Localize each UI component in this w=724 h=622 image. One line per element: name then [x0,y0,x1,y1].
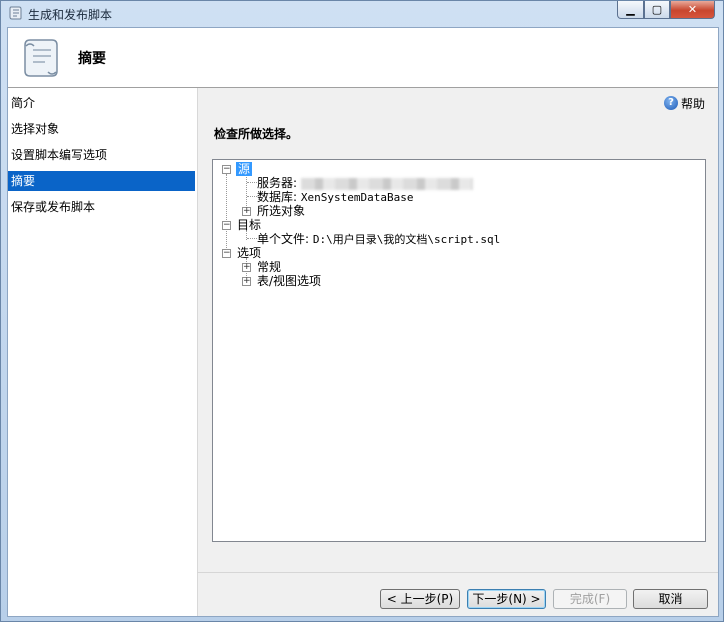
collapse-icon[interactable]: − [222,221,231,230]
selected-objects-label: 所选对象 [257,204,306,218]
help-label: 帮助 [681,97,706,111]
page-header: 摘要 [8,28,718,88]
minimize-button[interactable]: ▁ [617,1,644,19]
script-scroll-large-icon [24,39,58,77]
review-instructions: 检查所做选择。 [214,127,299,141]
script-scroll-icon [9,6,22,20]
tree-node-database[interactable]: 数据库: XenSystemDataBase [257,190,413,204]
expand-icon[interactable]: + [242,277,251,286]
target-label: 目标 [237,218,262,232]
expand-icon[interactable]: + [242,263,251,272]
server-label: 服务器: [257,176,298,190]
wizard-steps-sidebar: 简介 选择对象 设置脚本编写选项 摘要 保存或发布脚本 [8,88,198,616]
minimize-icon: ▁ [626,3,635,16]
sidebar-item-scripting-options[interactable]: 设置脚本编写选项 [8,145,195,165]
collapse-icon[interactable]: − [222,249,231,258]
close-icon: ✕ [687,3,698,16]
tree-line [226,174,227,258]
single-file-value: D:\用户目录\我的文档\script.sql [312,233,501,246]
close-button[interactable]: ✕ [670,1,715,19]
page-title: 摘要 [78,51,106,67]
next-button[interactable]: 下一步(N) > [467,589,546,609]
general-label: 常规 [257,260,282,274]
sidebar-item-summary[interactable]: 摘要 [8,171,195,191]
cancel-button[interactable]: 取消 [633,589,708,609]
database-value: XenSystemDataBase [300,191,414,204]
options-label: 选项 [237,246,262,260]
tree-node-source-label: 源 [236,162,253,176]
title-bar[interactable]: 生成和发布脚本 ▁ ▢ ✕ [1,1,723,27]
tree-line [247,196,257,197]
tree-node-single-file[interactable]: 单个文件: D:\用户目录\我的文档\script.sql [257,232,500,246]
dialog-client-area: 摘要 简介 选择对象 设置脚本编写选项 摘要 保存或发布脚本 ? 帮助 检查所做… [7,27,719,617]
window-title: 生成和发布脚本 [28,8,113,22]
database-label: 数据库: [257,190,298,204]
server-name-redacted [300,177,473,190]
help-icon: ? [664,96,678,110]
finish-button[interactable]: 完成(F) [553,589,627,609]
sidebar-item-choose-objects[interactable]: 选择对象 [8,119,195,139]
expand-icon[interactable]: + [242,207,251,216]
sidebar-item-intro[interactable]: 简介 [8,93,195,113]
collapse-icon[interactable]: − [222,165,231,174]
tree-line [247,182,257,183]
table-view-options-label: 表/视图选项 [257,274,322,288]
previous-button[interactable]: < 上一步(P) [380,589,460,609]
sidebar-item-save-publish[interactable]: 保存或发布脚本 [8,197,195,217]
maximize-button[interactable]: ▢ [644,1,670,19]
tree-node-server[interactable]: 服务器: [257,176,473,190]
single-file-label: 单个文件: [257,232,310,246]
app-window: 生成和发布脚本 ▁ ▢ ✕ 摘要 简介 选择对象 设置脚本编写选项 摘要 保存或… [0,0,724,622]
button-area-divider [197,572,718,573]
tree-line [247,238,257,239]
maximize-icon: ▢ [651,3,663,16]
summary-tree[interactable]: − 源 服务器: 数据库: XenSystemDataBase + 所选对象 −… [212,159,706,542]
